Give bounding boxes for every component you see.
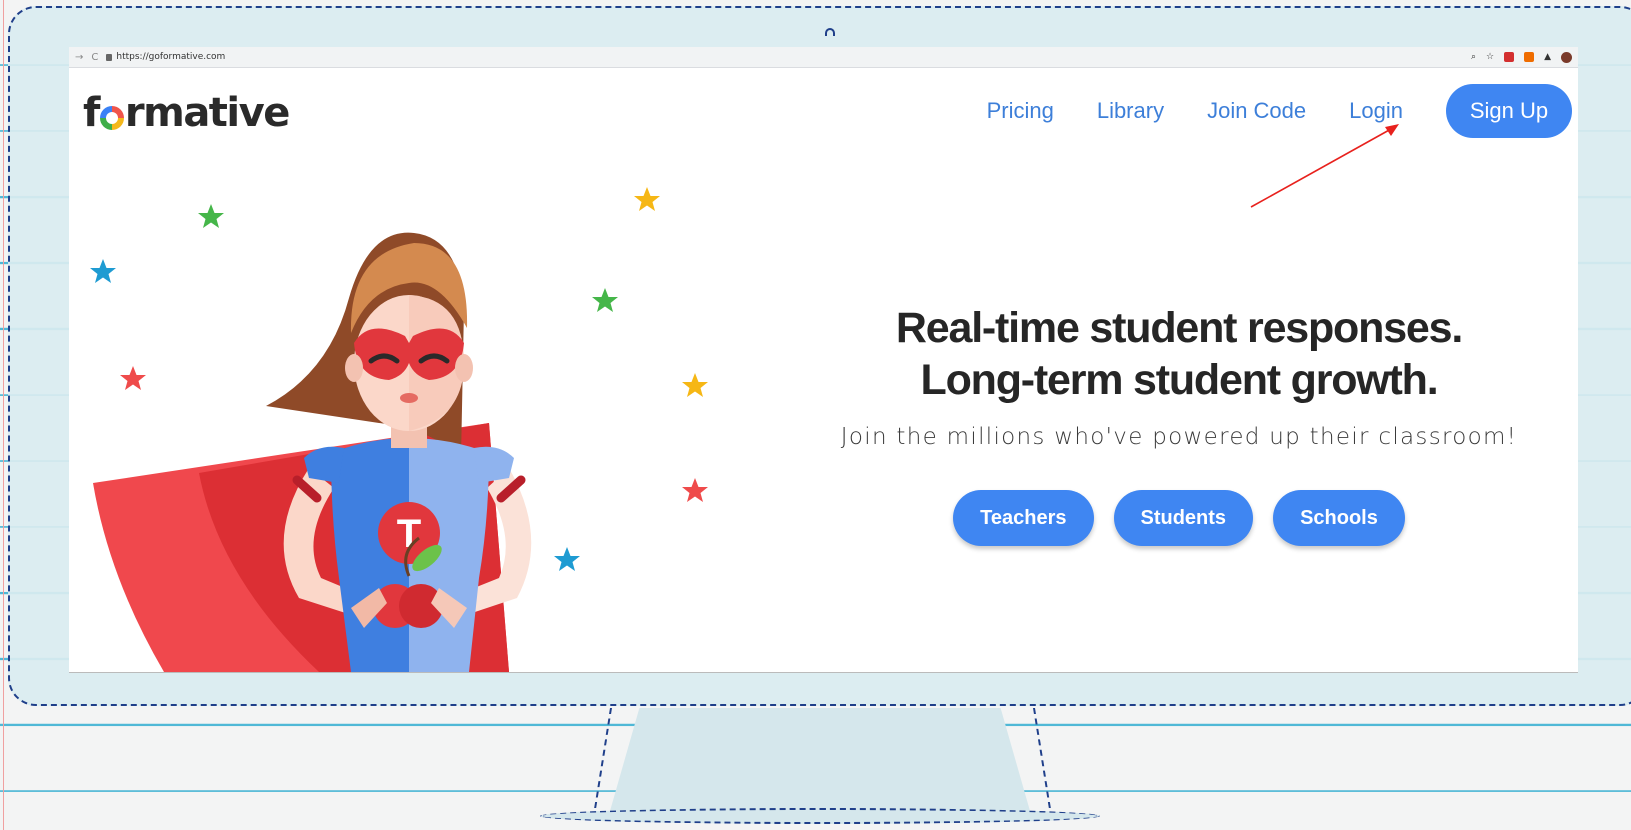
students-button[interactable]: Students (1113, 490, 1254, 546)
sleeve-right (474, 446, 514, 483)
right-ear (455, 354, 473, 382)
formative-logo[interactable]: f rmative (83, 90, 290, 136)
nav-pricing-link[interactable]: Pricing (987, 98, 1054, 124)
address-bar-url: https://goformative.com (116, 52, 226, 62)
address-bar[interactable]: https://goformative.com (106, 52, 1463, 62)
lock-icon (106, 53, 113, 61)
reload-icon[interactable]: C (91, 52, 98, 63)
zoom-icon[interactable]: ⌕ (1471, 52, 1476, 62)
monitor-stand-base (540, 808, 1100, 824)
forward-icon[interactable]: → (75, 52, 83, 63)
bell-icon[interactable]: ▲ (1544, 52, 1551, 62)
notebook-margin-line (3, 0, 4, 830)
browser-tools: ⌕ ☆ ▲ (1471, 51, 1572, 63)
star-icon (682, 478, 708, 502)
headline-line-1: Real-time student responses. (895, 304, 1463, 352)
extension-icon[interactable] (1524, 52, 1535, 62)
extension-icon[interactable] (1504, 52, 1515, 62)
logo-text-start: f (83, 90, 100, 136)
teachers-button[interactable]: Teachers (953, 490, 1094, 546)
star-icon (198, 204, 224, 228)
nav-library-link[interactable]: Library (1097, 98, 1164, 124)
bookmark-star-icon[interactable]: ☆ (1486, 52, 1494, 62)
hero-subline: Join the millions who've powered up thei… (840, 424, 1518, 450)
left-ear (345, 354, 363, 382)
logo-text-end: rmative (124, 90, 290, 136)
star-icon (120, 366, 146, 390)
schools-button[interactable]: Schools (1273, 490, 1405, 546)
logo-ring-icon (99, 106, 124, 130)
star-icon (592, 288, 618, 312)
browser-toolbar: → C https://goformative.com ⌕ ☆ ▲ (69, 47, 1578, 68)
hero-headline: Real-time student responses. Long-term s… (839, 302, 1519, 406)
superhero-illustration: T (90, 187, 708, 672)
profile-avatar[interactable] (1561, 51, 1572, 63)
webcam-icon (825, 28, 835, 36)
hero-section: Real-time student responses. Long-term s… (839, 302, 1519, 546)
star-icon (634, 187, 660, 211)
monitor-stand-neck (610, 708, 1030, 811)
star-icon (90, 259, 116, 283)
sign-up-button[interactable]: Sign Up (1446, 84, 1572, 138)
star-icon (682, 373, 708, 397)
headline-line-2: Long-term student growth. (920, 356, 1439, 404)
star-icon (554, 547, 580, 571)
audience-buttons: Teachers Students Schools (839, 490, 1519, 546)
lips (400, 393, 418, 403)
browser-screen: → C https://goformative.com ⌕ ☆ ▲ f rmat… (69, 47, 1578, 672)
annotation-arrow (1250, 124, 1399, 208)
